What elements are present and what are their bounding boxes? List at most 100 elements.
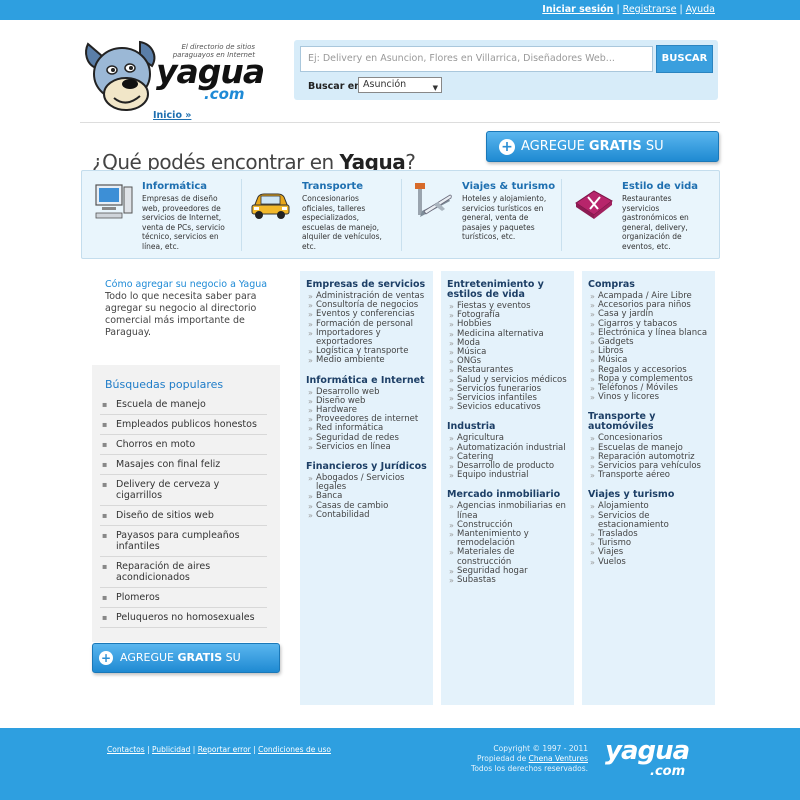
category-desc: Restaurantes yservicios gastronómicos en… — [622, 194, 689, 251]
directory-link[interactable]: Contabilidad — [306, 510, 430, 520]
directory-column-2: Entretenimiento y estilos de vidaFiestas… — [441, 271, 574, 705]
popular-search-item[interactable]: Escuela de manejo — [100, 395, 267, 415]
directory-link[interactable]: Servicios en línea — [306, 442, 430, 452]
directory-section-title[interactable]: Transporte y automóviles — [588, 412, 712, 432]
footer-logo[interactable]: yagua — [605, 736, 690, 766]
owner-prefix: Propiedad de — [476, 754, 529, 763]
directory-section-title[interactable]: Entretenimiento y estilos de vida — [447, 280, 571, 300]
directory-link[interactable]: Abogados / Servicios legales — [306, 473, 430, 492]
directory-section-title[interactable]: Industria — [447, 422, 571, 432]
cta-label: AGREGUE — [521, 139, 589, 154]
directory-link[interactable]: Vuelos — [588, 557, 712, 567]
directory-link[interactable]: Vinos y licores — [588, 393, 712, 403]
directory-list: Agencias inmobiliarias en líneaConstrucc… — [447, 502, 571, 586]
directory-link[interactable]: Agencias inmobiliarias en línea — [447, 502, 571, 521]
howto-link[interactable]: Cómo agregar su negocio a Yagua — [105, 280, 275, 290]
city-select[interactable]: Asunción ▼ — [358, 77, 442, 93]
directory-link[interactable]: Mantenimiento y remodelación — [447, 529, 571, 548]
directory-section-title[interactable]: Empresas de servicios — [306, 280, 430, 290]
directory-column-3: ComprasAcampada / Aire LibreAccesorios p… — [582, 271, 715, 705]
popular-search-item[interactable]: Empleados publicos honestos — [100, 415, 267, 435]
search-panel: Ej: Delivery en Asuncion, Flores en Vill… — [294, 40, 718, 100]
directory-link[interactable]: Medio ambiente — [306, 356, 430, 366]
directory-link[interactable]: Servicios de estacionamiento — [588, 511, 712, 530]
category-title: Transporte — [302, 181, 363, 192]
rights-line: Todos los derechos reservados. — [471, 764, 588, 773]
footer: Contactos | Publicidad | Reportar error … — [0, 728, 800, 800]
category-title: Estilo de vida — [622, 181, 699, 192]
directory-link[interactable]: Materiales de construcción — [447, 548, 571, 567]
category-informatica[interactable]: Informática Empresas de diseño web, prov… — [82, 171, 242, 260]
cta-label-bold: GRATIS — [177, 651, 223, 664]
logo-com: .com — [204, 85, 245, 103]
restaurant-icon — [575, 190, 613, 219]
yagua-logo[interactable]: El directorio de sitios paraguayos en In… — [82, 38, 265, 116]
chevron-down-icon: ▼ — [432, 84, 438, 92]
directory-list: ConcesionariosEscuelas de manejoReparaci… — [588, 434, 712, 481]
separator: | — [616, 4, 620, 15]
top-bar: Iniciar sesión | Registrarse | Ayuda — [0, 0, 800, 20]
cta-label-bold: GRATIS — [588, 139, 642, 154]
directory-link[interactable]: Importadores y exportadores — [306, 328, 430, 347]
footer-link[interactable]: Reportar error — [198, 745, 251, 754]
separator: | — [144, 745, 152, 754]
login-link[interactable]: Iniciar sesión — [542, 4, 613, 15]
category-desc: Empresas de diseño web, proveedores de s… — [142, 194, 225, 251]
directory-section-title[interactable]: Compras — [588, 280, 712, 290]
popular-search-item[interactable]: Payasos para cumpleaños infantiles — [100, 526, 267, 557]
directory-section-title[interactable]: Informática e Internet — [306, 375, 430, 386]
help-link[interactable]: Ayuda — [686, 4, 715, 15]
popular-list: Escuela de manejoEmpleados publicos hone… — [100, 395, 267, 628]
popular-searches: Búsquedas populares Escuela de manejoEmp… — [92, 365, 280, 642]
directory-link[interactable]: Equipo industrial — [447, 471, 571, 481]
separator: | — [190, 745, 198, 754]
category-transporte[interactable]: Transporte Concesionarios oficiales, tal… — [242, 171, 402, 260]
plus-icon: + — [499, 138, 515, 155]
directory-section-title[interactable]: Viajes y turismo — [588, 490, 712, 500]
popular-search-item[interactable]: Diseño de sitios web — [100, 506, 267, 526]
footer-links: Contactos | Publicidad | Reportar error … — [107, 745, 331, 754]
directory-list: AlojamientoServicios de estacionamientoT… — [588, 502, 712, 567]
top-links: Iniciar sesión | Registrarse | Ayuda — [542, 4, 715, 15]
footer-link[interactable]: Contactos — [107, 745, 145, 754]
popular-search-item[interactable]: Plomeros — [100, 588, 267, 608]
directory-list: AgriculturaAutomatización industrialCate… — [447, 434, 571, 481]
directory-list: Acampada / Aire LibreAccesorios para niñ… — [588, 291, 712, 403]
directory-list: Administración de ventasConsultoría de n… — [306, 291, 430, 366]
register-link[interactable]: Registrarse — [623, 4, 677, 15]
category-desc: Hoteles y alojamiento, servicios turísti… — [462, 194, 547, 241]
directory-link[interactable]: Subastas — [447, 575, 571, 585]
footer-link[interactable]: Condiciones de uso — [258, 745, 331, 754]
city-select-value: Asunción — [363, 79, 407, 90]
plus-icon: + — [99, 651, 113, 665]
footer-link[interactable]: Publicidad — [152, 745, 190, 754]
owner-link[interactable]: Chena Ventures — [529, 754, 588, 763]
directory-link[interactable]: Sevicios educativos — [447, 403, 571, 413]
category-viajes-turismo[interactable]: Viajes & turismo Hoteles y alojamiento, … — [402, 171, 562, 260]
dog-mascot-icon — [85, 40, 156, 111]
breadcrumb[interactable]: Inicio » — [153, 110, 191, 121]
car-icon — [251, 193, 290, 219]
separator: | — [679, 4, 683, 15]
howto-block: Cómo agregar su negocio a Yagua Todo lo … — [105, 280, 275, 339]
categories-panel: Informática Empresas de diseño web, prov… — [81, 170, 720, 259]
popular-search-item[interactable]: Reparación de aires acondicionados — [100, 557, 267, 588]
popular-search-item[interactable]: Delivery de cerveza y cigarrillos — [100, 475, 267, 506]
search-button[interactable]: BUSCAR — [656, 45, 713, 73]
popular-search-item[interactable]: Masajes con final feliz — [100, 455, 267, 475]
cta-label: AGREGUE — [120, 651, 178, 664]
popular-search-item[interactable]: Chorros en moto — [100, 435, 267, 455]
category-estilo-de-vida[interactable]: Estilo de vida Restaurantes yservicios g… — [562, 171, 720, 260]
directory-section-title[interactable]: Financieros y Jurídicos — [306, 462, 430, 472]
popular-search-item[interactable]: Peluqueros no homosexuales — [100, 608, 267, 628]
directory-link[interactable]: Transporte aéreo — [588, 471, 712, 481]
search-in-label: Buscar en: — [308, 81, 365, 92]
add-business-button-bottom[interactable]: + AGREGUE GRATIS SU NEGOCIO — [92, 643, 280, 692]
copyright-line: Copyright © 1997 - 2011 — [493, 744, 588, 753]
category-title: Informática — [142, 181, 208, 192]
directory-section-title[interactable]: Mercado inmobiliario — [447, 490, 571, 500]
search-input[interactable]: Ej: Delivery en Asuncion, Flores en Vill… — [300, 46, 653, 72]
add-business-button[interactable]: + AGREGUE GRATIS SU NEGOCIO — [486, 131, 719, 183]
popular-title: Búsquedas populares — [105, 378, 224, 391]
category-title: Viajes & turismo — [462, 181, 556, 192]
